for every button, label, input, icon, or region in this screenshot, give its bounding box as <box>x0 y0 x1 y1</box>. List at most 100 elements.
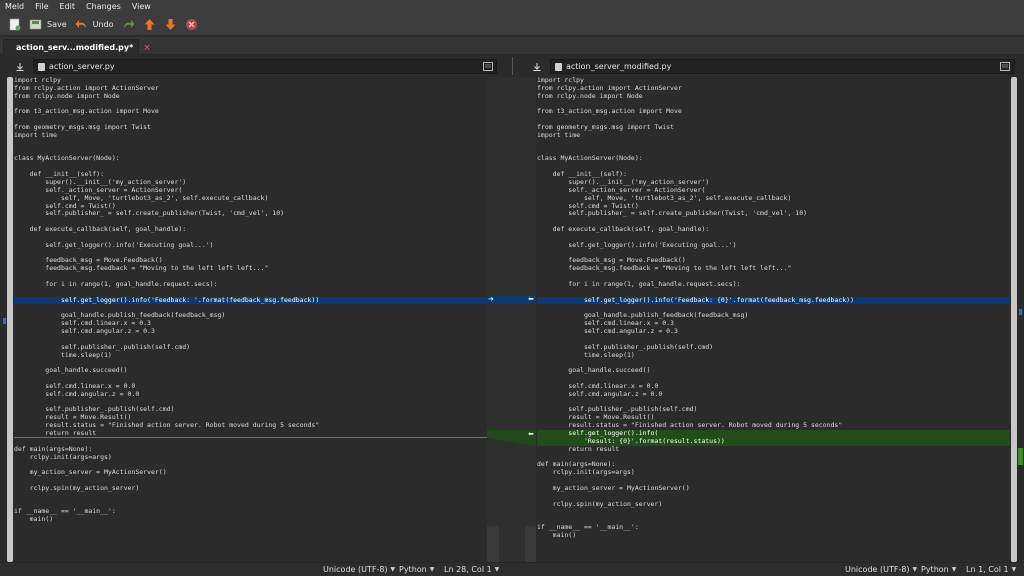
code-line[interactable]: import time <box>537 131 1010 140</box>
code-line[interactable] <box>537 140 1010 148</box>
code-line[interactable]: from rclpy.node import Node <box>537 92 1010 101</box>
code-line[interactable]: my_action_server = MyActionServer() <box>14 468 487 477</box>
left-pane-menu-icon[interactable] <box>13 60 27 73</box>
redo-button[interactable] <box>122 15 135 34</box>
right-insert-marker <box>1018 448 1023 465</box>
code-line[interactable]: self.cmd.angular.z = 0.0 <box>537 390 1010 399</box>
right-encoding: Unicode (UTF-8) <box>845 565 910 574</box>
right-scrollbar[interactable] <box>1011 77 1017 562</box>
code-line[interactable]: rclpy.init(args=args) <box>14 453 487 462</box>
code-line[interactable]: my_action_server = MyActionServer() <box>537 484 1010 493</box>
code-line[interactable]: return result <box>537 445 1010 454</box>
code-line[interactable]: goal_handle.succeed() <box>14 366 487 375</box>
code-line[interactable] <box>14 493 487 501</box>
right-file-path[interactable]: action_server_modified.py <box>550 59 1015 74</box>
code-line[interactable]: self.get_logger().info('Feedback: '.form… <box>14 296 487 305</box>
status-bar: Unicode (UTF-8) ▼ Python ▼ Ln 28, Col 1 ▼ U… <box>0 562 1024 576</box>
copy-left-arrow-icon[interactable]: ⬅ <box>528 295 534 303</box>
code-line[interactable] <box>14 140 487 148</box>
chevron-down-icon: ▼ <box>429 566 435 573</box>
tab-close-icon[interactable]: × <box>143 43 151 53</box>
code-line[interactable]: self.cmd.angular.z = 0.3 <box>14 327 487 336</box>
menubar: Meld File Edit Changes View <box>0 0 1024 13</box>
code-line[interactable]: from geometry_msgs.msg import Twist <box>537 123 1010 132</box>
code-line[interactable]: self.publisher_ = self.create_publisher(… <box>14 209 487 218</box>
code-line[interactable]: if __name__ == '__main__': <box>14 508 487 516</box>
new-comparison-button[interactable] <box>8 15 21 34</box>
code-line[interactable]: def execute_callback(self, goal_handle): <box>14 225 487 234</box>
code-line[interactable]: feedback_msg.feedback = "Moving to the l… <box>14 264 487 273</box>
code-line[interactable]: self.cmd.angular.z = 0.3 <box>537 327 1010 336</box>
code-line[interactable]: from geometry_msgs.msg import Twist <box>14 123 487 132</box>
stop-icon <box>185 18 198 31</box>
code-line[interactable]: if __name__ == '__main__': <box>537 523 1010 532</box>
left-language-selector[interactable]: Python ▼ <box>399 564 434 576</box>
new-comparison-icon <box>8 18 21 31</box>
left-cursor-position[interactable]: Ln 28, Col 1 ▼ <box>444 564 499 576</box>
code-line[interactable]: main() <box>537 531 1010 540</box>
code-line[interactable]: time.sleep(1) <box>14 351 487 360</box>
link-map: ➔ ⬅ ⬅ <box>487 77 536 562</box>
copy-right-arrow-icon[interactable]: ➔ <box>488 295 494 303</box>
code-line[interactable]: rclpy.spin(my_action_server) <box>14 484 487 493</box>
menu-changes[interactable]: Changes <box>85 0 122 13</box>
code-line[interactable]: from t3_action_msg.action import Move <box>14 108 487 116</box>
code-line[interactable]: self.get_logger().info('Feedback: {0}'.f… <box>537 296 1010 305</box>
code-line[interactable]: rclpy.spin(my_action_server) <box>537 500 1010 509</box>
stop-button[interactable] <box>185 15 198 34</box>
previous-change-button[interactable] <box>143 15 156 34</box>
save-icon <box>29 18 42 31</box>
code-line[interactable] <box>537 508 1010 516</box>
right-cursor-position[interactable]: Ln 1, Col 1 ▼ <box>966 564 1016 576</box>
right-change-marker <box>1019 309 1022 315</box>
code-line[interactable]: feedback_msg.feedback = "Moving to the l… <box>537 264 1010 273</box>
left-file-path[interactable]: action_server.py <box>33 59 497 74</box>
right-language-selector[interactable]: Python ▼ <box>921 564 956 576</box>
code-line[interactable]: import time <box>14 131 487 140</box>
code-line[interactable]: rclpy.init(args=args) <box>537 468 1010 477</box>
code-line[interactable]: time.sleep(1) <box>537 351 1010 360</box>
tab-bar: action_serv...modified.py* × <box>0 37 1024 55</box>
menu-file[interactable]: File <box>34 0 49 13</box>
next-change-button[interactable] <box>164 15 177 34</box>
menu-view[interactable]: View <box>131 0 152 13</box>
undo-icon <box>75 18 88 31</box>
code-line[interactable]: from t3_action_msg.action import Move <box>537 108 1010 116</box>
tab-title: action_serv...modified.py* <box>16 43 134 52</box>
code-line[interactable]: for i in range(1, goal_handle.request.se… <box>14 280 487 289</box>
code-line[interactable]: for i in range(1, goal_handle.request.se… <box>537 280 1010 289</box>
menu-edit[interactable]: Edit <box>59 0 77 13</box>
chevron-down-icon: ▼ <box>951 566 957 573</box>
left-editor[interactable]: import rclpy from rclpy.action import Act… <box>14 77 487 557</box>
left-change-marker <box>3 318 6 324</box>
code-line[interactable]: from rclpy.node import Node <box>14 92 487 101</box>
code-line[interactable]: main() <box>14 515 487 524</box>
code-line[interactable]: self.cmd.angular.z = 0.0 <box>14 390 487 399</box>
code-line[interactable]: return result <box>14 429 487 438</box>
menu-meld[interactable]: Meld <box>4 0 25 13</box>
code-line[interactable]: class MyActionServer(Node): <box>14 155 487 163</box>
code-line[interactable]: def execute_callback(self, goal_handle): <box>537 225 1010 234</box>
left-encoding-selector[interactable]: Unicode (UTF-8) ▼ <box>323 564 395 576</box>
save-button[interactable]: Save <box>29 15 67 34</box>
left-open-file-icon[interactable] <box>481 60 495 73</box>
chevron-down-icon: ▼ <box>494 566 500 573</box>
code-line[interactable]: self.publisher_ = self.create_publisher(… <box>537 209 1010 218</box>
right-pane-menu-icon[interactable] <box>530 60 544 73</box>
left-scrollbar[interactable] <box>7 77 13 562</box>
undo-button[interactable]: Undo <box>75 15 114 34</box>
tab-action-server-modified[interactable]: action_serv...modified.py* × <box>3 39 151 55</box>
chevron-down-icon: ▼ <box>912 566 918 573</box>
code-line[interactable]: class MyActionServer(Node): <box>537 155 1010 163</box>
right-editor[interactable]: import rclpy from rclpy.action import Act… <box>537 77 1010 557</box>
code-line[interactable]: self.get_logger().info('Executing goal..… <box>537 241 1010 250</box>
save-label: Save <box>47 19 67 29</box>
right-position: Ln 1, Col 1 <box>966 565 1009 574</box>
code-line[interactable]: self.get_logger().info('Executing goal..… <box>14 241 487 250</box>
copy-left-insert-arrow-icon[interactable]: ⬅ <box>528 430 534 438</box>
code-line[interactable]: goal_handle.succeed() <box>537 366 1010 375</box>
undo-label: Undo <box>92 19 114 29</box>
right-open-file-icon[interactable] <box>998 60 1012 73</box>
right-encoding-selector[interactable]: Unicode (UTF-8) ▼ <box>845 564 917 576</box>
right-filename: action_server_modified.py <box>566 62 672 71</box>
